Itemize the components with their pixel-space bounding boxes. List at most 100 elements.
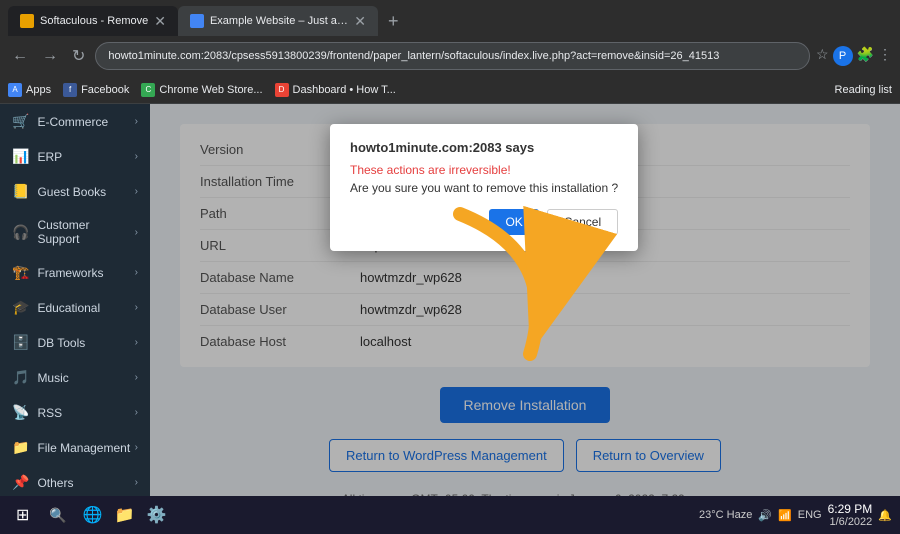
extension-icon[interactable]: 🧩 — [857, 46, 874, 66]
sidebar-item-filemanagement[interactable]: 📁 File Management › — [0, 430, 150, 465]
support-icon: 🎧 — [12, 224, 29, 241]
taskbar-pinned-apps: 🌐 📁 ⚙️ — [79, 501, 171, 529]
reload-button[interactable]: ↻ — [68, 42, 89, 70]
sidebar-arrow-dbtools: › — [135, 337, 138, 348]
dialog-warning: These actions are irreversible! — [350, 163, 618, 177]
search-icon[interactable]: 🔍 — [41, 503, 74, 528]
sidebar-label-others: Others — [37, 476, 73, 490]
tab-label-example: Example Website – Just another… — [210, 15, 348, 27]
sidebar-arrow-support: › — [135, 227, 138, 238]
bookmark-icon-facebook: f — [63, 83, 77, 97]
sidebar-item-others[interactable]: 📌 Others › — [0, 465, 150, 496]
volume-icon: 🔊 — [758, 509, 772, 522]
sidebar-arrow-music: › — [135, 372, 138, 383]
weather-text: 23°C Haze — [699, 509, 752, 521]
sidebar-arrow-filemanagement: › — [135, 442, 138, 453]
tab-favicon-example — [190, 14, 204, 28]
bookmark-dashboard[interactable]: D Dashboard • How T... — [275, 83, 396, 97]
lang-label: ENG — [798, 509, 822, 521]
content-area: Version Installation Time Path /html URL… — [150, 104, 900, 496]
music-icon: 🎵 — [12, 369, 29, 386]
tab-close-softaculous[interactable]: ✕ — [154, 13, 166, 30]
new-tab-button[interactable]: + — [382, 11, 405, 32]
bookmark-icon-apps: A — [8, 83, 22, 97]
menu-icon[interactable]: ⋮ — [878, 46, 892, 66]
bookmark-apps[interactable]: A Apps — [8, 83, 51, 97]
others-icon: 📌 — [12, 474, 29, 491]
sidebar-arrow-frameworks: › — [135, 267, 138, 278]
tab-softaculous[interactable]: Softaculous - Remove ✕ — [8, 6, 178, 36]
sidebar-label-ecommerce: E-Commerce — [37, 115, 108, 129]
bookmark-label-facebook: Facebook — [81, 84, 129, 96]
sidebar-label-frameworks: Frameworks — [37, 266, 103, 280]
educational-icon: 🎓 — [12, 299, 29, 316]
sidebar-arrow-educational: › — [135, 302, 138, 313]
sidebar-arrow-others: › — [135, 477, 138, 488]
sidebar-label-dbtools: DB Tools — [37, 336, 85, 350]
url-text: howto1minute.com:2083/cpsess5913800239/f… — [108, 50, 719, 62]
bookmark-star-icon[interactable]: ☆ — [816, 46, 829, 66]
back-button[interactable]: ← — [8, 43, 32, 69]
sidebar-label-educational: Educational — [37, 301, 100, 315]
sidebar-item-music[interactable]: 🎵 Music › — [0, 360, 150, 395]
guestbooks-icon: 📒 — [12, 183, 29, 200]
browser-chrome: Softaculous - Remove ✕ Example Website –… — [0, 0, 900, 534]
bookmark-label-apps: Apps — [26, 84, 51, 96]
tab-label-softaculous: Softaculous - Remove — [40, 15, 148, 27]
dialog-title: howto1minute.com:2083 says — [350, 140, 618, 155]
profile-icon[interactable]: P — [833, 46, 853, 66]
bookmark-label-chrome: Chrome Web Store... — [159, 84, 262, 96]
bookmark-icon-dashboard: D — [275, 83, 289, 97]
sidebar-item-erp[interactable]: 📊 ERP › — [0, 139, 150, 174]
sidebar: 🛒 E-Commerce › 📊 ERP › 📒 Guest Books › — [0, 104, 150, 496]
start-button[interactable]: ⊞ — [8, 501, 37, 529]
sidebar-item-rss[interactable]: 📡 RSS › — [0, 395, 150, 430]
sidebar-label-rss: RSS — [37, 406, 62, 420]
network-icon: 📶 — [778, 509, 792, 522]
sidebar-arrow-rss: › — [135, 407, 138, 418]
dialog-question: Are you sure you want to remove this ins… — [350, 181, 618, 195]
sidebar-item-guestbooks[interactable]: 📒 Guest Books › — [0, 174, 150, 209]
orange-arrow-annotation — [400, 194, 620, 394]
ecommerce-icon: 🛒 — [12, 113, 29, 130]
sidebar-label-guestbooks: Guest Books — [37, 185, 106, 199]
sidebar-item-ecommerce[interactable]: 🛒 E-Commerce › — [0, 104, 150, 139]
taskbar-date: 1/6/2022 — [829, 516, 872, 528]
sidebar-label-support: Customer Support — [37, 218, 134, 246]
tab-bar: Softaculous - Remove ✕ Example Website –… — [0, 0, 900, 36]
tab-favicon-softaculous — [20, 14, 34, 28]
bookmarks-bar: A Apps f Facebook C Chrome Web Store... … — [0, 76, 900, 104]
taskbar: ⊞ 🔍 🌐 📁 ⚙️ 23°C Haze 🔊 📶 ENG 6:29 PM 1/6… — [0, 496, 900, 534]
filemanagement-icon: 📁 — [12, 439, 29, 456]
sidebar-arrow-guestbooks: › — [135, 186, 138, 197]
notification-icon[interactable]: 🔔 — [878, 509, 892, 522]
bookmark-chrome-store[interactable]: C Chrome Web Store... — [141, 83, 262, 97]
sidebar-item-educational[interactable]: 🎓 Educational › — [0, 290, 150, 325]
bookmark-facebook[interactable]: f Facebook — [63, 83, 129, 97]
taskbar-files-icon[interactable]: 📁 — [111, 501, 139, 529]
sidebar-item-frameworks[interactable]: 🏗️ Frameworks › — [0, 255, 150, 290]
dbtools-icon: 🗄️ — [12, 334, 29, 351]
sidebar-label-music: Music — [37, 371, 68, 385]
taskbar-settings-icon[interactable]: ⚙️ — [143, 501, 171, 529]
address-bar: ← → ↻ howto1minute.com:2083/cpsess591380… — [0, 36, 900, 76]
taskbar-chrome-icon[interactable]: 🌐 — [79, 501, 107, 529]
bookmark-icon-chrome: C — [141, 83, 155, 97]
rss-icon: 📡 — [12, 404, 29, 421]
sidebar-item-dbtools[interactable]: 🗄️ DB Tools › — [0, 325, 150, 360]
erp-icon: 📊 — [12, 148, 29, 165]
sidebar-label-erp: ERP — [37, 150, 62, 164]
sidebar-item-support[interactable]: 🎧 Customer Support › — [0, 209, 150, 255]
address-icons: ☆ P 🧩 ⋮ — [816, 46, 892, 66]
sidebar-label-filemanagement: File Management — [37, 441, 130, 455]
main-area: 🛒 E-Commerce › 📊 ERP › 📒 Guest Books › — [0, 104, 900, 496]
url-input[interactable]: howto1minute.com:2083/cpsess5913800239/f… — [95, 42, 810, 70]
bookmark-label-dashboard: Dashboard • How T... — [293, 84, 396, 96]
taskbar-time: 6:29 PM — [828, 502, 873, 516]
reading-list-button[interactable]: Reading list — [835, 84, 892, 96]
sidebar-arrow-erp: › — [135, 151, 138, 162]
forward-button[interactable]: → — [38, 43, 62, 69]
frameworks-icon: 🏗️ — [12, 264, 29, 281]
tab-close-example[interactable]: ✕ — [354, 13, 366, 30]
tab-example[interactable]: Example Website – Just another… ✕ — [178, 6, 378, 36]
